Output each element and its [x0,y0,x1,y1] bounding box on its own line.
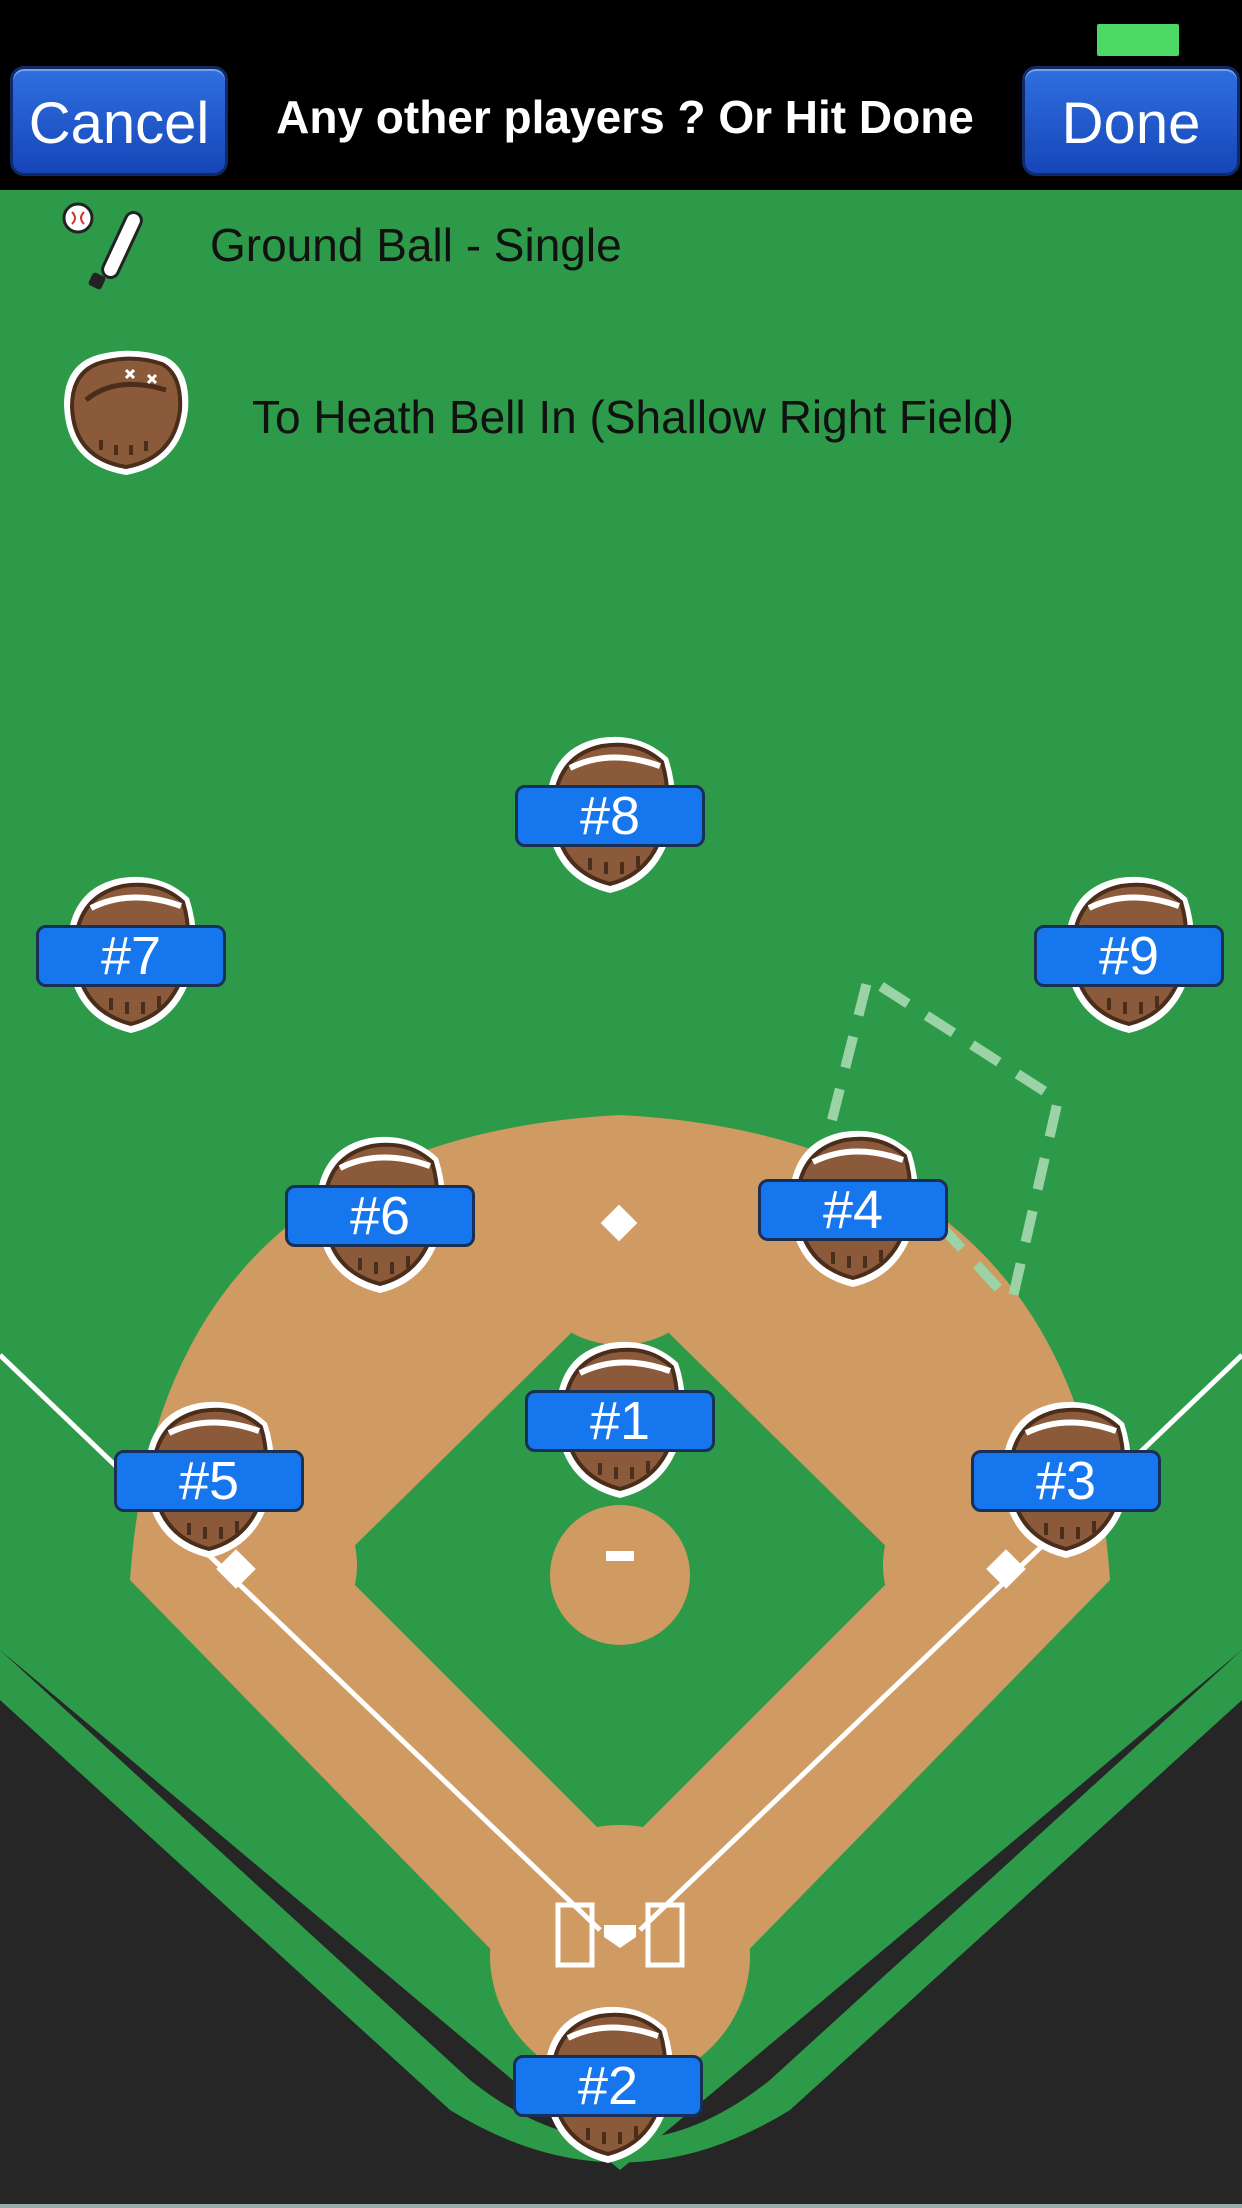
glove-icon [64,350,189,475]
navigation-bar: Cancel Any other players ? Or Hit Done D… [0,0,1242,190]
player-marker-5[interactable]: #5 [114,1393,304,1563]
player-marker-8[interactable]: #8 [515,728,705,898]
player-label: #2 [513,2055,703,2117]
done-button[interactable]: Done [1022,66,1240,176]
player-marker-9[interactable]: #9 [1034,868,1224,1038]
bottom-divider [0,2204,1242,2208]
cancel-button[interactable]: Cancel [10,66,228,176]
player-label: #9 [1034,925,1224,987]
fielded-by-text: To Heath Bell In (Shallow Right Field) [252,391,1014,443]
player-label: #3 [971,1450,1161,1512]
player-label: #4 [758,1179,948,1241]
pitchers-mound [550,1505,690,1645]
player-label: #1 [525,1390,715,1452]
battery-indicator [1097,24,1179,56]
player-label: #5 [114,1450,304,1512]
player-label: #6 [285,1185,475,1247]
player-marker-2[interactable]: #2 [513,1998,703,2168]
player-marker-1[interactable]: #1 [525,1333,715,1503]
page-title: Any other players ? Or Hit Done [276,91,974,143]
baseball-field [0,970,1242,2208]
bat-and-ball-icon [62,202,143,290]
player-label: #7 [36,925,226,987]
player-marker-4[interactable]: #4 [758,1122,948,1292]
player-marker-7[interactable]: #7 [36,868,226,1038]
player-marker-3[interactable]: #3 [971,1393,1161,1563]
player-marker-6[interactable]: #6 [285,1128,475,1298]
player-label: #8 [515,785,705,847]
hit-type-text: Ground Ball - Single [210,219,622,271]
pitchers-rubber [606,1551,634,1561]
